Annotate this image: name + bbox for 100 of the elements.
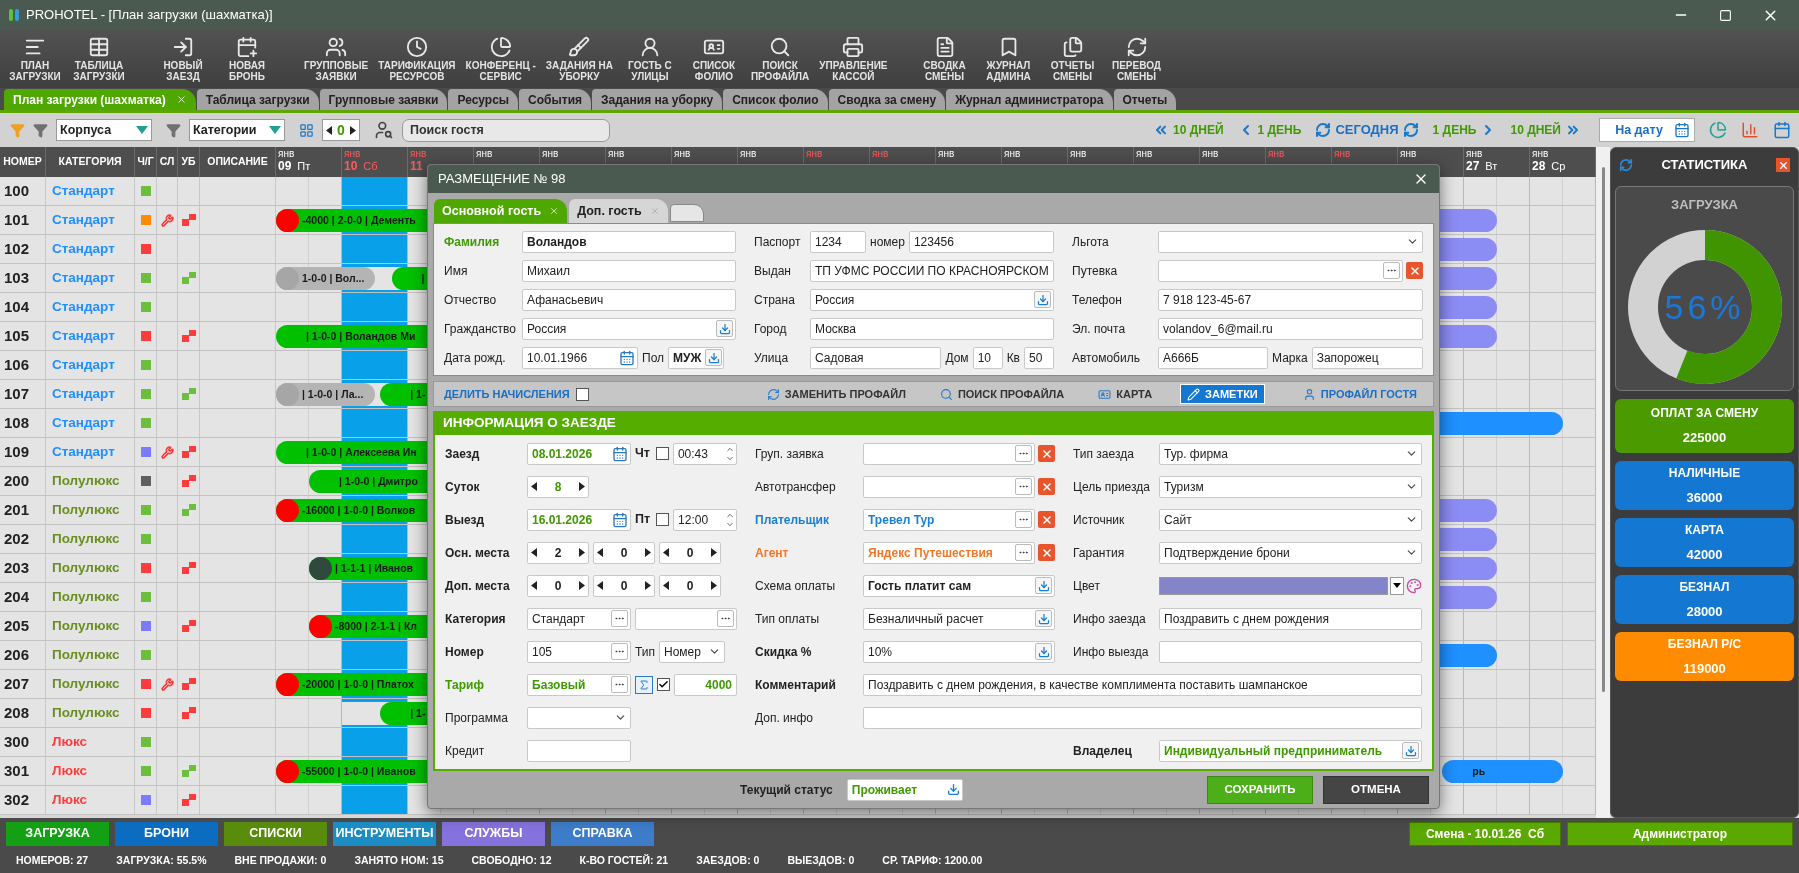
category-label: Стандарт — [52, 210, 115, 229]
field-label: Дата рожд. — [444, 349, 507, 367]
category-label: Люкс — [52, 732, 88, 751]
field-label: Программа — [445, 709, 509, 727]
category-label: Полулюкс — [52, 703, 120, 722]
booking-label: -4000 | 2-0-0 | Дементь — [301, 212, 416, 228]
booking-label: -8000 | 2-1-1 | Кл — [334, 618, 417, 634]
card-value: 119000 — [1683, 659, 1726, 678]
field-label: Имя — [444, 262, 469, 280]
room-number: 105 — [0, 322, 46, 350]
room-number: 103 — [0, 264, 46, 292]
category-label: Стандарт — [52, 413, 115, 432]
room-number: 204 — [0, 583, 46, 611]
field-label: Отчество — [444, 291, 498, 309]
room-number: 101 — [0, 206, 46, 234]
panel-title: СТАТИСТИКА — [1660, 156, 1749, 175]
booking-label: | 1-0-0 | Дмитро — [338, 473, 418, 489]
category-label: Полулюкс — [52, 500, 120, 519]
room-number: 302 — [0, 786, 46, 814]
card-title: БЕЗНАЛ — [1679, 578, 1730, 596]
month-label: янв — [1202, 148, 1220, 159]
month-label: янв — [1136, 148, 1154, 159]
field-label: Эл. почта — [1072, 320, 1127, 338]
room-number: 208 — [0, 699, 46, 727]
field-label: Дом — [945, 349, 969, 367]
card-value: 36000 — [1686, 488, 1723, 507]
field-label: Инфо выезда — [1073, 643, 1150, 661]
status-text: ЗАЕЗДОВ: 0 — [696, 853, 760, 869]
month-label: янв — [608, 148, 626, 159]
month-label: янв — [476, 148, 494, 159]
field-label: Фамилия — [444, 233, 501, 251]
month-label: янв — [674, 148, 692, 159]
field-label: Тип — [635, 643, 655, 661]
room-number: 100 — [0, 177, 46, 205]
month-label: янв — [740, 148, 758, 159]
room-number: 202 — [0, 525, 46, 553]
field-label: Заезд — [445, 445, 481, 463]
field-label: Марка — [1272, 349, 1308, 367]
month-label: янв — [872, 148, 890, 159]
room-number: 107 — [0, 380, 46, 408]
field-label: Агент — [755, 544, 790, 562]
category-label: Стандарт — [52, 181, 115, 200]
field-label: Цвет — [1073, 577, 1101, 595]
card-title: НАЛИЧНЫЕ — [1668, 464, 1741, 482]
field-label: Страна — [754, 291, 796, 309]
booking-label: | 1-0-0 | Алексеева Ин — [305, 444, 417, 460]
field-label: Груп. заявка — [755, 445, 825, 463]
category-label: Люкс — [52, 790, 88, 809]
category-label: Стандарт — [52, 268, 115, 287]
day-label: 28 Ср — [1532, 159, 1567, 174]
room-number: 102 — [0, 235, 46, 263]
field-label: номер — [870, 233, 905, 251]
day-label: 11 — [410, 159, 424, 174]
field-label: Тип оплаты — [755, 610, 821, 628]
field-label: Автотрансфер — [755, 478, 837, 496]
day-label: 09 Пт — [278, 159, 312, 174]
field-label: Гарантия — [1073, 544, 1126, 562]
field-label: Выдан — [754, 262, 792, 280]
month-label: янв — [938, 148, 956, 159]
weekday-label: Пт — [634, 511, 651, 529]
category-label: Полулюкс — [52, 645, 120, 664]
field-label: Владелец — [1073, 742, 1133, 760]
category-label: Стандарт — [52, 355, 115, 374]
section-header: ИНФОРМАЦИЯ О ЗАЕЗДЕ — [433, 411, 1434, 435]
category-label: Стандарт — [52, 297, 115, 316]
category-label: Полулюкс — [52, 471, 120, 490]
field-label: Кредит — [445, 742, 486, 760]
status-text: НОМЕРОВ: 27 — [16, 853, 89, 869]
card-title: ОПЛАТ ЗА СМЕНУ — [1650, 405, 1759, 423]
category-label: Стандарт — [52, 384, 115, 403]
month-label: янв — [1400, 148, 1418, 159]
category-label: Полулюкс — [52, 616, 120, 635]
room-number: 201 — [0, 496, 46, 524]
room-number: 300 — [0, 728, 46, 756]
month-label: янв — [806, 148, 824, 159]
field-label: Цель приезда — [1073, 478, 1151, 496]
booking-label: | 1- — [409, 386, 426, 402]
booking-label: -55000 | 1-0-0 | Иванов — [301, 763, 416, 779]
booking-label: -16000 | 1-0-0 | Волков — [301, 502, 416, 518]
card-value: 225000 — [1682, 429, 1727, 448]
card-value: 42000 — [1686, 545, 1723, 564]
status-text: К-ВО ГОСТЕЙ: 21 — [579, 853, 669, 869]
category-label: Полулюкс — [52, 529, 120, 548]
field-label: Город — [754, 320, 788, 338]
room-number: 205 — [0, 612, 46, 640]
status-text: ЗАГРУЗКА: 55.5% — [116, 853, 207, 869]
weekday-label: Чт — [635, 445, 650, 463]
field-label: Скидка % — [755, 643, 813, 661]
shift-label: Смена - 10.01.26 Сб — [1409, 821, 1561, 846]
field-label: Тариф — [445, 676, 485, 694]
room-number: 109 — [0, 438, 46, 466]
booking-label: рь — [1471, 763, 1486, 779]
field-label: Тип заезда — [1073, 445, 1135, 463]
card-title: БЕЗНАЛ Р/С — [1667, 635, 1742, 653]
field-label: Доп. инфо — [755, 709, 814, 727]
card-title: КАРТА — [1684, 521, 1725, 539]
field-label: Путевка — [1072, 262, 1119, 280]
category-label: Стандарт — [52, 239, 115, 258]
field-label: Льгота — [1072, 233, 1110, 251]
category-label: Полулюкс — [52, 674, 120, 693]
